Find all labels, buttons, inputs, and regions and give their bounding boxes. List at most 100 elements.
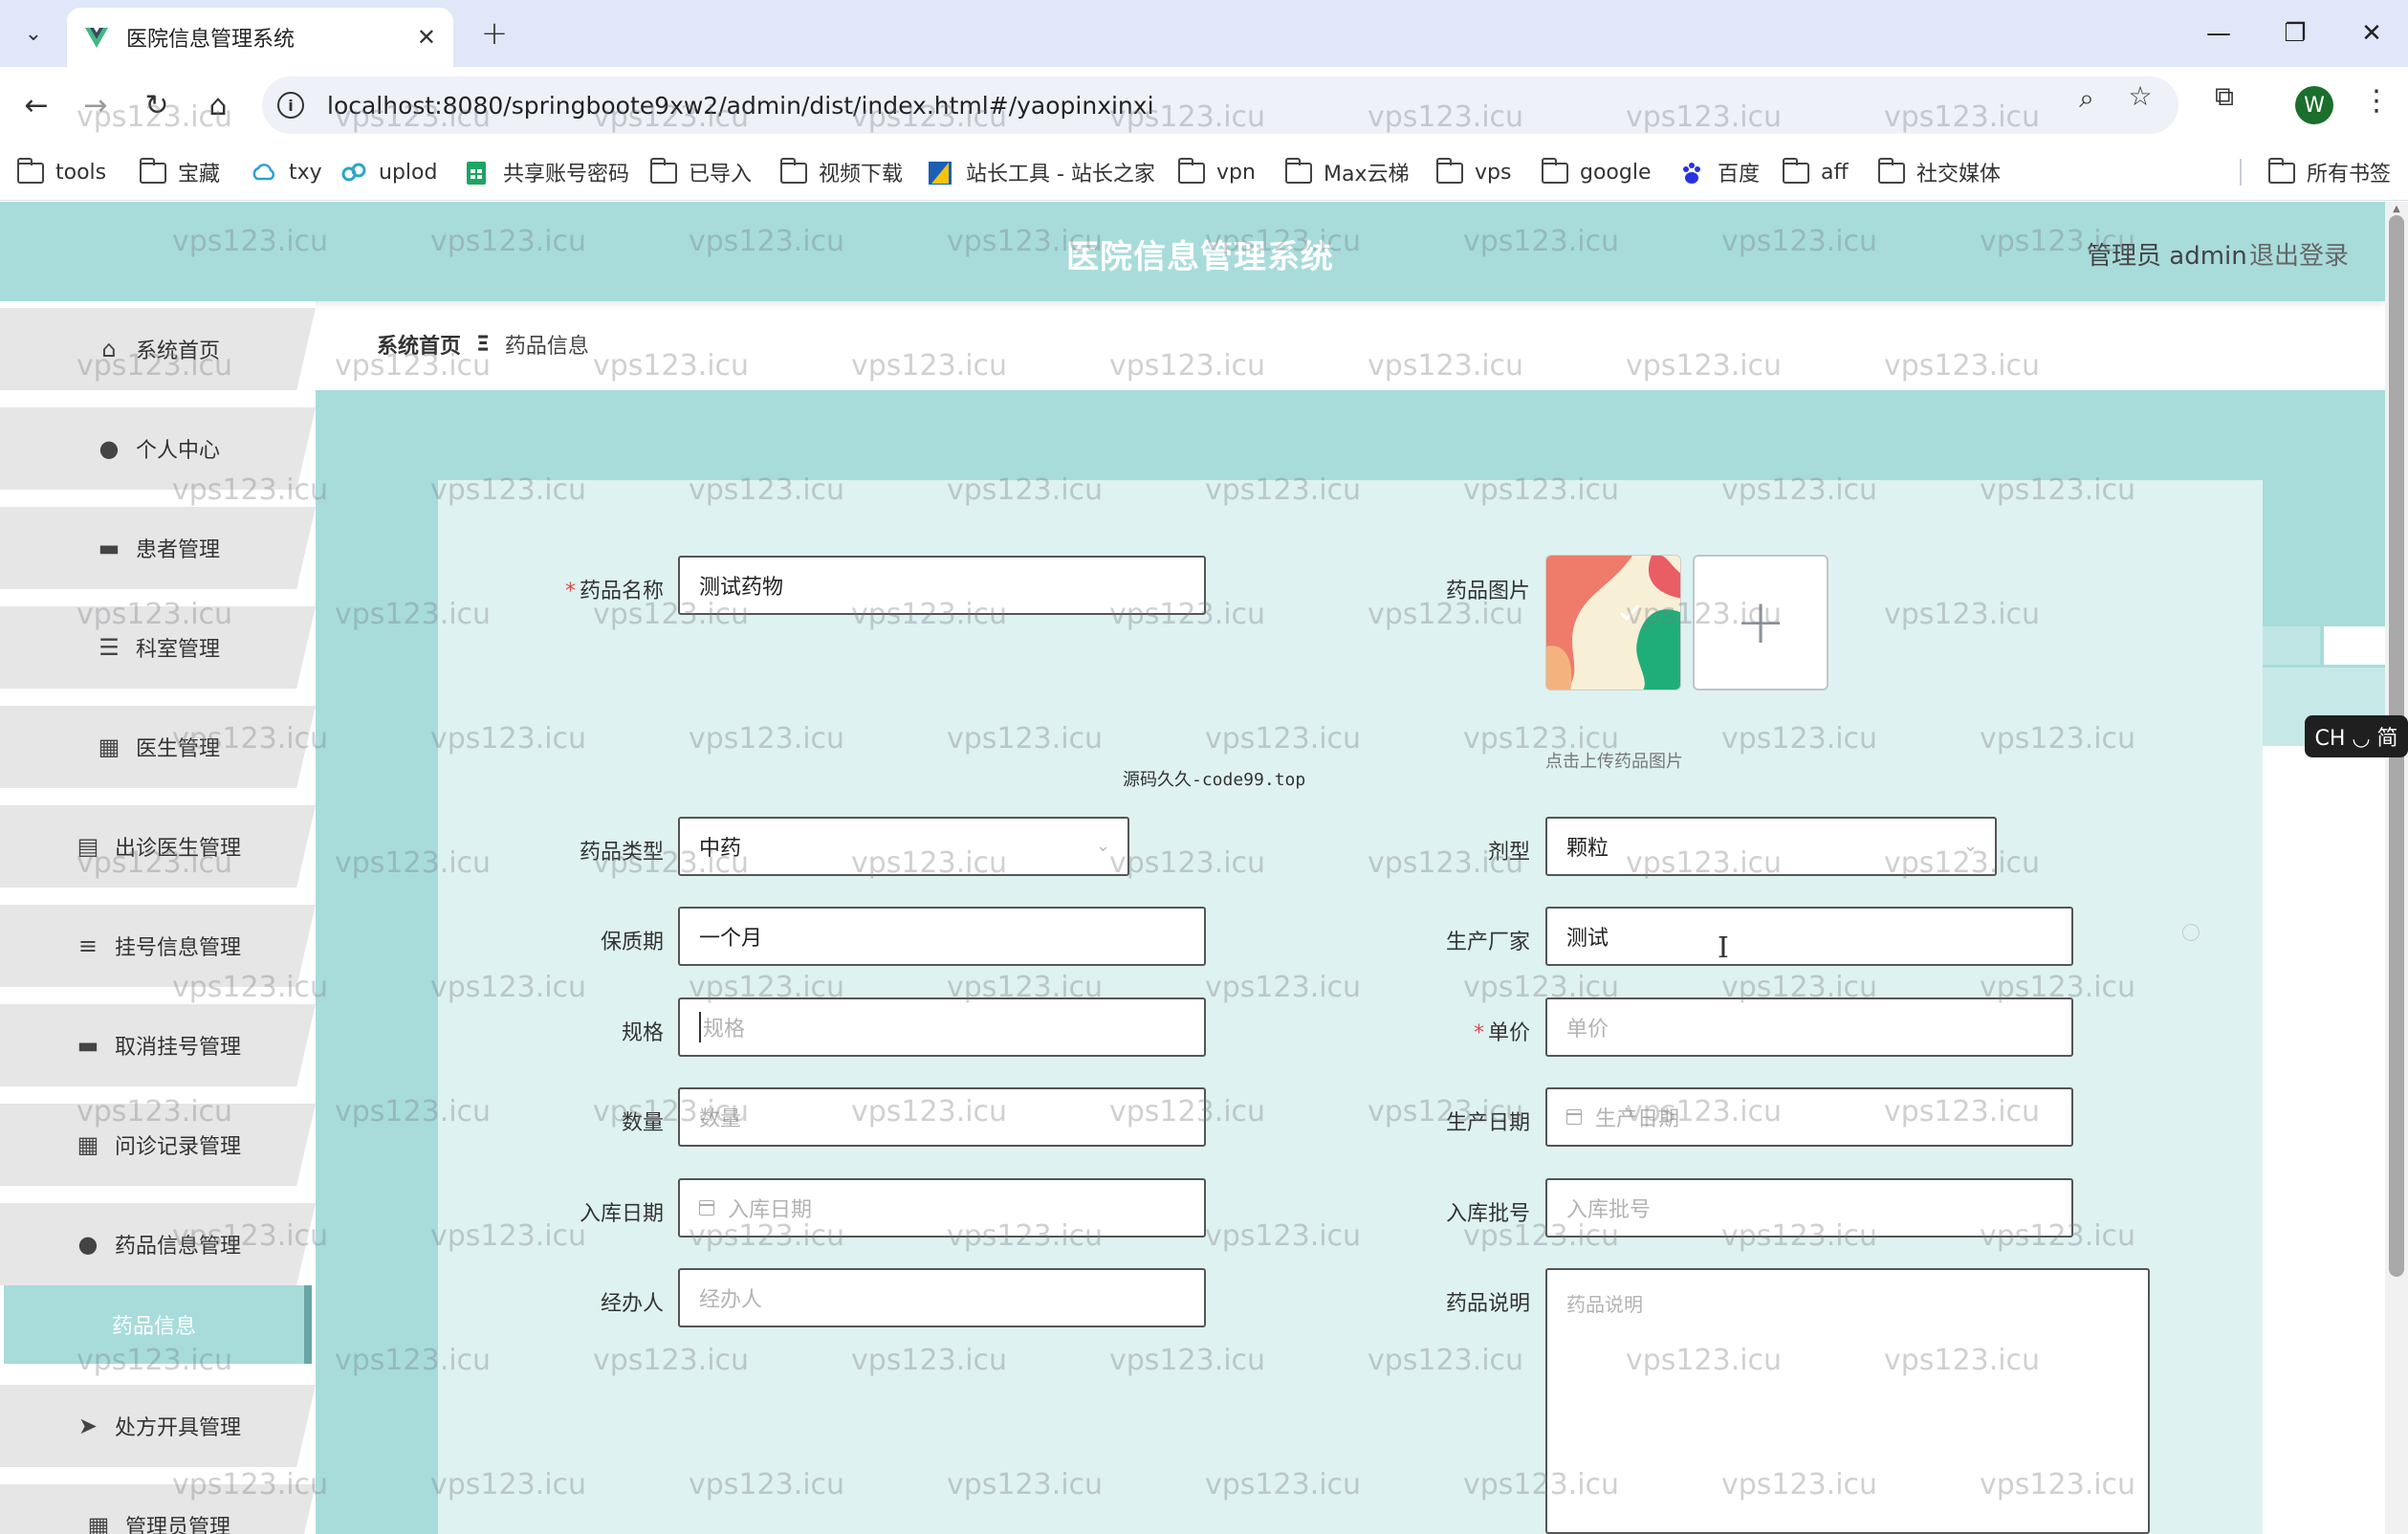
sidebar-item-9[interactable]: ● 药品信息管理 bbox=[0, 1203, 316, 1285]
sidebar-item-4[interactable]: ▦ 医生管理 bbox=[0, 706, 316, 788]
home-browser-icon[interactable]: ⌂ bbox=[197, 84, 239, 126]
logout-link[interactable]: 退出登录 bbox=[2249, 236, 2349, 272]
page-scrollbar[interactable]: ▲ bbox=[2385, 202, 2408, 1534]
batch-number-label: 入库批号 bbox=[1445, 1202, 1530, 1226]
close-window-icon[interactable]: ✕ bbox=[2343, 13, 2400, 54]
sidebar-item-label: 药品信息管理 bbox=[114, 1235, 241, 1259]
bookmark-4[interactable]: 共享账号密码 bbox=[465, 155, 629, 189]
list-icon: ≡ bbox=[77, 932, 99, 959]
breadcrumb-home[interactable]: 系统首页 bbox=[377, 329, 461, 360]
manufacturer-label: 生产厂家 bbox=[1445, 931, 1530, 954]
app-header: 医院信息管理系统 管理员 admin 退出登录 bbox=[0, 202, 2385, 301]
tab-close-icon[interactable]: ✕ bbox=[417, 24, 436, 51]
restore-icon[interactable]: ❐ bbox=[2266, 13, 2324, 54]
bookmark-6[interactable]: 视频下载 bbox=[779, 155, 903, 189]
production-date-picker[interactable]: 生产日期 bbox=[1545, 1087, 2073, 1147]
site-info-icon[interactable]: i bbox=[277, 92, 304, 119]
bookmark-3[interactable]: uplod bbox=[340, 155, 437, 189]
bookmark-label: txy bbox=[289, 160, 322, 185]
extensions-icon[interactable]: ⧉ bbox=[2205, 80, 2244, 113]
folder-icon bbox=[2267, 158, 2297, 184]
sidebar-item-3[interactable]: ☰ 科室管理 bbox=[0, 606, 316, 689]
all-bookmarks[interactable]: 所有书签 bbox=[2267, 155, 2392, 189]
bookmark-star-icon[interactable]: ☆ bbox=[2121, 80, 2159, 112]
breadcrumb-separator: Ξ bbox=[476, 332, 490, 357]
back-icon[interactable]: ← bbox=[15, 84, 57, 126]
user-icon: ● bbox=[77, 1231, 99, 1258]
ime-indicator[interactable]: CH ◡ 简 bbox=[2305, 715, 2408, 757]
watermark-text: vps123.icu bbox=[1626, 349, 1783, 383]
bookmark-label: Max云梯 bbox=[1324, 163, 1410, 186]
sidebar-item-6[interactable]: ≡ 挂号信息管理 bbox=[0, 905, 316, 987]
briefcase-icon: ▬ bbox=[98, 535, 120, 561]
bookmark-14[interactable]: 社交媒体 bbox=[1877, 155, 2001, 189]
bookmark-5[interactable]: 已导入 bbox=[649, 155, 753, 189]
sidebar-item-label: 系统首页 bbox=[135, 340, 220, 363]
sidebar-subitem-active[interactable]: 药品信息 bbox=[4, 1285, 312, 1364]
url-text[interactable]: localhost:8080/springboote9xw2/admin/dis… bbox=[327, 92, 1154, 120]
forward-icon[interactable]: → bbox=[75, 84, 117, 126]
sidebar-item-5[interactable]: ▤ 出诊医生管理 bbox=[0, 805, 316, 888]
dosage-form-label: 剂型 bbox=[1487, 841, 1530, 865]
spec-label: 规格 bbox=[621, 1021, 664, 1045]
reload-icon[interactable]: ↻ bbox=[136, 84, 178, 126]
sidebar-item-0[interactable]: ⌂ 系统首页 bbox=[0, 308, 316, 390]
browser-tab[interactable]: 医院信息管理系统 ✕ bbox=[67, 8, 453, 67]
grid-icon: ▦ bbox=[98, 734, 120, 760]
shelf-life-input[interactable]: 一个月 bbox=[678, 907, 1206, 966]
source-note: 源码久久-code99.top bbox=[1123, 770, 1306, 790]
grid-icon: ▦ bbox=[87, 1512, 110, 1534]
new-tab-icon[interactable]: + bbox=[474, 13, 514, 54]
production-date-label: 生产日期 bbox=[1445, 1111, 1530, 1135]
zoom-icon[interactable]: ⌕ bbox=[2068, 82, 2106, 115]
sidebar-item-1[interactable]: ● 个人中心 bbox=[0, 407, 316, 490]
browser-menu-icon[interactable]: ⋮ bbox=[2362, 84, 2391, 118]
profile-avatar[interactable]: W bbox=[2295, 86, 2333, 124]
tab-search-icon[interactable]: ⌄ bbox=[13, 13, 54, 54]
bookmark-10[interactable]: vps bbox=[1435, 155, 1511, 189]
all-bookmarks-label: 所有书签 bbox=[2307, 163, 2392, 186]
drug-name-input[interactable]: 测试药物 bbox=[678, 556, 1206, 615]
drug-type-select[interactable]: 中药 ⌄ bbox=[678, 817, 1129, 876]
dosage-form-select[interactable]: 颗粒 ⌄ bbox=[1545, 817, 1997, 876]
bookmark-2[interactable]: txy bbox=[251, 155, 322, 189]
unit-price-input[interactable]: 单价 bbox=[1545, 997, 2073, 1057]
vue-icon bbox=[85, 28, 108, 48]
spec-input[interactable]: 规格 bbox=[678, 997, 1206, 1057]
address-bar[interactable]: i localhost:8080/springboote9xw2/admin/d… bbox=[262, 77, 2178, 134]
storage-date-label: 入库日期 bbox=[579, 1202, 664, 1226]
link-icon bbox=[340, 161, 369, 184]
bookmarks-bar: 所有书签 tools 宝藏 txy uplod 共享账号密码 已导入 视频下载 站长工具 - … bbox=[0, 143, 2408, 201]
bookmark-13[interactable]: aff bbox=[1782, 155, 1849, 189]
scroll-up-icon[interactable]: ▲ bbox=[2389, 204, 2404, 214]
watermark-text: vps123.icu bbox=[1884, 349, 2041, 383]
quantity-input[interactable]: 数量 bbox=[678, 1087, 1206, 1147]
handler-input[interactable]: 经办人 bbox=[678, 1268, 1206, 1327]
storage-date-picker[interactable]: 入库日期 bbox=[678, 1178, 1206, 1238]
folder-icon bbox=[16, 158, 46, 184]
drug-image-thumbnail[interactable] bbox=[1545, 555, 1681, 690]
sidebar-item-8[interactable]: ▦ 问诊记录管理 bbox=[0, 1104, 316, 1186]
bookmark-1[interactable]: 宝藏 bbox=[139, 155, 220, 189]
batch-number-input[interactable]: 入库批号 bbox=[1545, 1178, 2073, 1238]
bookmark-8[interactable]: vpn bbox=[1177, 155, 1256, 189]
image-upload-button[interactable]: + bbox=[1693, 555, 1828, 690]
sidebar-item-7[interactable]: ▬ 取消挂号管理 bbox=[0, 1004, 316, 1086]
description-textarea[interactable]: 药品说明 bbox=[1545, 1268, 2150, 1534]
bookmark-label: 已导入 bbox=[689, 163, 753, 186]
bookmark-11[interactable]: google bbox=[1541, 155, 1652, 189]
chevron-down-icon: ⌄ bbox=[1962, 836, 1978, 856]
manufacturer-input[interactable]: 测试 bbox=[1545, 907, 2073, 966]
unit-price-label: * 单价 bbox=[1473, 1021, 1530, 1045]
bookmark-9[interactable]: Max云梯 bbox=[1284, 155, 1410, 189]
folder-icon bbox=[1782, 158, 1811, 184]
bookmark-12[interactable]: 百度 bbox=[1679, 155, 1760, 189]
minimize-icon[interactable]: — bbox=[2190, 13, 2247, 54]
folder-icon bbox=[1435, 158, 1465, 184]
sidebar-item-10[interactable]: ➤ 处方开具管理 bbox=[0, 1385, 316, 1467]
bookmark-0[interactable]: tools bbox=[16, 155, 106, 189]
bookmark-7[interactable]: 站长工具 - 站长之家 bbox=[928, 155, 1155, 189]
clear-icon[interactable] bbox=[2182, 924, 2200, 941]
sidebar-item-2[interactable]: ▬ 患者管理 bbox=[0, 507, 316, 589]
sidebar-item-11[interactable]: ▦ 管理员管理 bbox=[0, 1484, 316, 1534]
